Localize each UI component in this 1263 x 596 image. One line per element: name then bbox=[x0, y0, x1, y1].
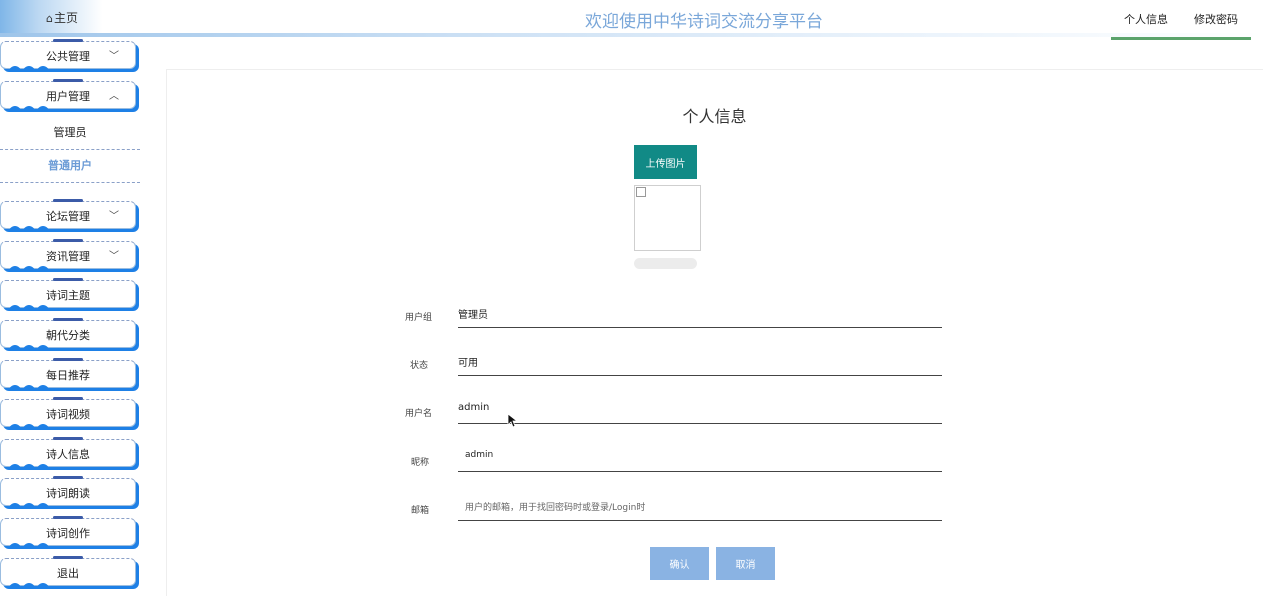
label-nickname: 昵称 bbox=[410, 458, 429, 468]
status-field[interactable]: 可用 bbox=[458, 347, 942, 376]
header: ⌂主页 欢迎使用中华诗词交流分享平台 个人信息 修改密码 bbox=[0, 0, 1263, 40]
broken-image-icon bbox=[636, 187, 646, 197]
label-user-group: 用户组 bbox=[404, 313, 432, 323]
chevron-up-icon: ︿ bbox=[109, 91, 119, 102]
mouse-cursor-icon bbox=[507, 413, 519, 428]
header-wave bbox=[0, 33, 1263, 37]
menu-forum-management[interactable]: 论坛管理 ﹀ bbox=[0, 199, 136, 232]
username-field[interactable]: admin bbox=[458, 395, 942, 424]
menu-label: 诗词创作 bbox=[46, 527, 90, 540]
menu-decoration bbox=[9, 501, 49, 509]
menu-decoration bbox=[9, 303, 49, 311]
menu-poem-creation[interactable]: 诗词创作 bbox=[0, 516, 136, 549]
menu-logout[interactable]: 退出 bbox=[0, 556, 136, 589]
avatar-image bbox=[634, 185, 701, 251]
menu-public-management[interactable]: 公共管理 ﹀ bbox=[0, 39, 136, 72]
menu-daily-recommend[interactable]: 每日推荐 bbox=[0, 358, 136, 391]
cancel-button[interactable]: 取消 bbox=[716, 547, 775, 580]
menu-label: 诗词视频 bbox=[46, 408, 90, 421]
upload-progress-bar bbox=[634, 258, 697, 269]
menu-poem-video[interactable]: 诗词视频 bbox=[0, 397, 136, 430]
email-input[interactable]: 用户的邮箱，用于找回密码时或登录/Login时 bbox=[458, 492, 942, 521]
label-username: 用户名 bbox=[404, 409, 432, 419]
label-status: 状态 bbox=[409, 361, 428, 371]
label-email: 邮箱 bbox=[410, 506, 429, 516]
menu-decoration bbox=[9, 104, 49, 112]
menu-label: 退出 bbox=[57, 567, 79, 580]
site-title: 欢迎使用中华诗词交流分享平台 bbox=[585, 12, 823, 32]
menu-decoration bbox=[9, 383, 49, 391]
submenu-normal-user[interactable]: 普通用户 bbox=[0, 150, 140, 183]
menu-poem-theme[interactable]: 诗词主题 bbox=[0, 278, 136, 311]
status-value: 可用 bbox=[458, 358, 478, 369]
upload-image-button[interactable]: 上传图片 bbox=[634, 145, 697, 179]
top-nav: 个人信息 修改密码 bbox=[1111, 0, 1251, 40]
menu-decoration bbox=[9, 64, 49, 72]
chevron-down-icon: ﹀ bbox=[109, 51, 119, 62]
menu-label: 朝代分类 bbox=[46, 329, 90, 342]
page-title: 个人信息 bbox=[682, 107, 747, 126]
chevron-down-icon: ﹀ bbox=[109, 251, 119, 262]
menu-dynasty-category[interactable]: 朝代分类 bbox=[0, 318, 136, 351]
menu-poem-reading[interactable]: 诗词朗读 bbox=[0, 476, 136, 509]
menu-decoration bbox=[9, 422, 49, 430]
menu-poet-info[interactable]: 诗人信息 bbox=[0, 437, 136, 470]
menu-decoration bbox=[9, 224, 49, 232]
confirm-button[interactable]: 确认 bbox=[650, 547, 709, 580]
menu-news-management[interactable]: 资讯管理 ﹀ bbox=[0, 239, 136, 272]
menu-label: 诗人信息 bbox=[46, 448, 90, 461]
menu-decoration bbox=[9, 264, 49, 272]
submenu-admin[interactable]: 管理员 bbox=[0, 117, 140, 150]
chevron-down-icon: ﹀ bbox=[109, 211, 119, 222]
menu-decoration bbox=[9, 462, 49, 470]
menu-decoration bbox=[9, 541, 49, 549]
email-placeholder: 用户的邮箱，用于找回密码时或登录/Login时 bbox=[465, 503, 646, 513]
menu-label: 每日推荐 bbox=[46, 369, 90, 382]
menu-decoration bbox=[9, 343, 49, 351]
username-value: admin bbox=[458, 402, 490, 413]
user-group-field[interactable]: 管理员 bbox=[458, 299, 942, 328]
menu-decoration bbox=[9, 581, 49, 589]
nickname-value: admin bbox=[465, 450, 494, 460]
menu-label: 诗词朗读 bbox=[46, 487, 90, 500]
nickname-input[interactable]: admin bbox=[458, 443, 942, 472]
sidebar: 公共管理 ﹀ 用户管理 ︿ 管理员 普通用户 论坛管理 ﹀ 资讯管理 ﹀ 诗词主… bbox=[0, 37, 160, 595]
menu-user-management[interactable]: 用户管理 ︿ bbox=[0, 79, 136, 112]
user-group-value: 管理员 bbox=[458, 310, 488, 321]
menu-label: 诗词主题 bbox=[46, 289, 90, 302]
